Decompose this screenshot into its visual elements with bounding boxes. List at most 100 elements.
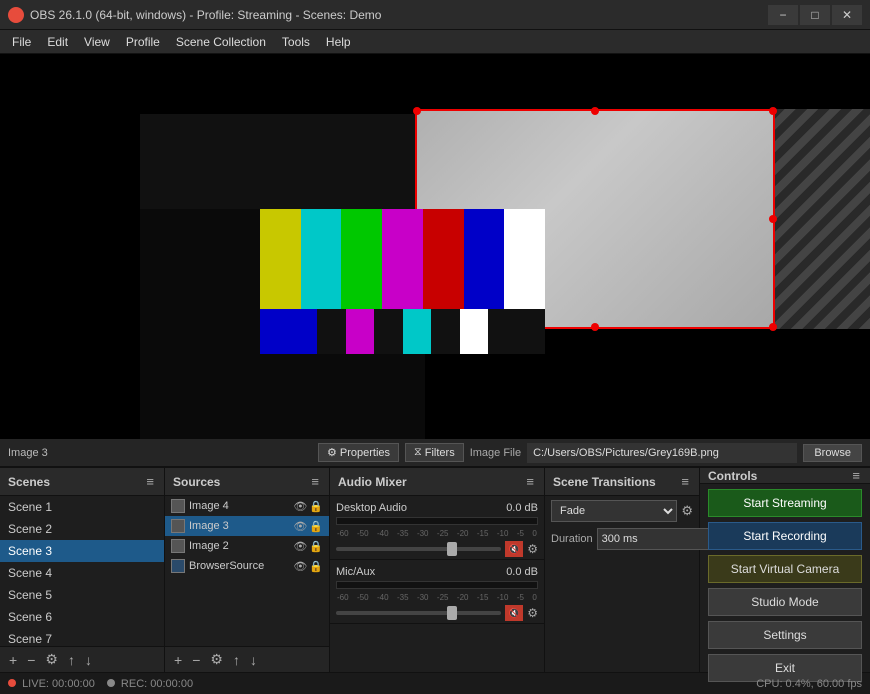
scene-transitions-header: Scene Transitions ≡ — [545, 468, 699, 496]
scenes-header-icons: ≡ — [144, 474, 156, 489]
mic-aux-settings-button[interactable]: ⚙ — [527, 606, 538, 620]
desktop-audio-fader[interactable] — [336, 547, 501, 551]
preview-area — [0, 54, 870, 439]
menu-view[interactable]: View — [76, 33, 118, 51]
scenes-down-button[interactable]: ↓ — [82, 652, 95, 668]
scenes-remove-button[interactable]: − — [24, 652, 38, 668]
desktop-audio-settings-button[interactable]: ⚙ — [527, 542, 538, 556]
handle-tl[interactable] — [413, 107, 421, 115]
sources-settings-button[interactable]: ⚙ — [207, 651, 226, 668]
mic-aux-db: 0.0 dB — [506, 566, 538, 578]
desktop-audio-db: 0.0 dB — [506, 502, 538, 514]
source-item-browser[interactable]: BrowserSource 👁 🔒 — [165, 556, 329, 576]
scene-item[interactable]: Scene 2 — [0, 518, 164, 540]
visibility-icon[interactable]: 👁 — [293, 540, 307, 553]
visibility-icon[interactable]: 👁 — [293, 520, 307, 533]
controls-header-icons: ≡ — [850, 468, 862, 483]
scene-item[interactable]: Scene 7 — [0, 628, 164, 646]
scene-item-active[interactable]: Scene 3 — [0, 540, 164, 562]
source-item-image3[interactable]: Image 3 👁 🔒 — [165, 516, 329, 536]
scenes-panel-header: Scenes ≡ — [0, 468, 164, 496]
lock-icon[interactable]: 🔒 — [309, 500, 323, 513]
source-thumb — [171, 539, 185, 553]
scenes-add-button[interactable]: + — [6, 652, 20, 668]
menu-scene-collection[interactable]: Scene Collection — [168, 33, 274, 51]
mic-aux-fader-knob[interactable] — [447, 606, 457, 620]
source-thumb — [171, 519, 185, 533]
menu-edit[interactable]: Edit — [39, 33, 76, 51]
sources-remove-button[interactable]: − — [189, 652, 203, 668]
visibility-icon[interactable]: 👁 — [293, 500, 307, 513]
handle-mr[interactable] — [769, 215, 777, 223]
menu-file[interactable]: File — [4, 33, 39, 51]
image-file-label: Image File — [470, 447, 521, 459]
sources-list: Image 4 👁 🔒 Image 3 👁 🔒 Image 2 — [165, 496, 329, 646]
sources-down-button[interactable]: ↓ — [247, 652, 260, 668]
audio-mixer-header-icons: ≡ — [524, 474, 536, 489]
color-bars — [260, 209, 545, 309]
scene-item[interactable]: Scene 1 — [0, 496, 164, 518]
maximize-button[interactable]: □ — [800, 5, 830, 25]
live-icon: LIVE: 00:00:00 — [8, 678, 95, 690]
live-dot — [8, 679, 16, 687]
lock-icon[interactable]: 🔒 — [309, 560, 323, 573]
lock-icon[interactable]: 🔒 — [309, 520, 323, 533]
sources-add-button[interactable]: + — [171, 652, 185, 668]
source-icons: 👁 🔒 — [293, 500, 323, 513]
source-item-image2[interactable]: Image 2 👁 🔒 — [165, 536, 329, 556]
sources-panel-header: Sources ≡ — [165, 468, 329, 496]
handle-tm[interactable] — [591, 107, 599, 115]
test-pattern — [260, 209, 545, 354]
start-recording-button[interactable]: Start Recording — [708, 522, 862, 550]
desktop-audio-fader-knob[interactable] — [447, 542, 457, 556]
studio-mode-button[interactable]: Studio Mode — [708, 588, 862, 616]
rec-time: 00:00:00 — [150, 678, 193, 690]
scenes-menu-icon[interactable]: ≡ — [144, 474, 156, 489]
source-name: Image 4 — [189, 500, 289, 512]
menu-profile[interactable]: Profile — [118, 33, 168, 51]
scene-transitions-title: Scene Transitions — [553, 475, 656, 489]
scenes-up-button[interactable]: ↑ — [65, 652, 78, 668]
menu-tools[interactable]: Tools — [274, 33, 318, 51]
minimize-button[interactable]: − — [768, 5, 798, 25]
scene-item[interactable]: Scene 6 — [0, 606, 164, 628]
sources-panel: Sources ≡ Image 4 👁 🔒 Image 3 👁 — [165, 468, 330, 672]
mic-aux-header: Mic/Aux 0.0 dB — [336, 566, 538, 578]
settings-button[interactable]: Settings — [708, 621, 862, 649]
transition-gear-button[interactable]: ⚙ — [681, 503, 693, 519]
mic-aux-fader[interactable] — [336, 611, 501, 615]
filters-button[interactable]: ⧖ Filters — [405, 443, 464, 462]
scene-item[interactable]: Scene 4 — [0, 562, 164, 584]
source-icons: 👁 🔒 — [293, 560, 323, 573]
mic-aux-channel: Mic/Aux 0.0 dB -60 -50 -40 -35 -30 -25 -… — [330, 560, 544, 624]
scene-item[interactable]: Scene 5 — [0, 584, 164, 606]
sources-up-button[interactable]: ↑ — [230, 652, 243, 668]
transitions-menu-icon[interactable]: ≡ — [679, 474, 691, 489]
start-streaming-button[interactable]: Start Streaming — [708, 489, 862, 517]
source-thumb-browser — [171, 559, 185, 573]
controls-menu-icon[interactable]: ≡ — [850, 468, 862, 483]
lock-icon[interactable]: 🔒 — [309, 540, 323, 553]
scene-transitions-panel: Scene Transitions ≡ Fade ⚙ Duration ▲ ▼ — [545, 468, 700, 672]
sources-menu-icon[interactable]: ≡ — [309, 474, 321, 489]
bb4 — [374, 309, 403, 354]
start-virtual-camera-button[interactable]: Start Virtual Camera — [708, 555, 862, 583]
mic-aux-mute-button[interactable]: 🔇 — [505, 605, 523, 621]
handle-br[interactable] — [769, 323, 777, 331]
desktop-audio-meter — [336, 517, 538, 525]
handle-bm[interactable] — [591, 323, 599, 331]
bb2 — [317, 309, 346, 354]
filters-icon: ⧖ — [414, 446, 422, 459]
bb5 — [403, 309, 432, 354]
scenes-settings-button[interactable]: ⚙ — [42, 651, 61, 668]
visibility-icon[interactable]: 👁 — [293, 560, 307, 573]
close-button[interactable]: ✕ — [832, 5, 862, 25]
desktop-audio-mute-button[interactable]: 🔇 — [505, 541, 523, 557]
properties-button[interactable]: ⚙ Properties — [318, 443, 399, 462]
handle-tr[interactable] — [769, 107, 777, 115]
source-item-image4[interactable]: Image 4 👁 🔒 — [165, 496, 329, 516]
audio-mixer-menu-icon[interactable]: ≡ — [524, 474, 536, 489]
transition-select[interactable]: Fade — [551, 500, 677, 522]
browse-button[interactable]: Browse — [803, 444, 862, 462]
menu-help[interactable]: Help — [318, 33, 359, 51]
